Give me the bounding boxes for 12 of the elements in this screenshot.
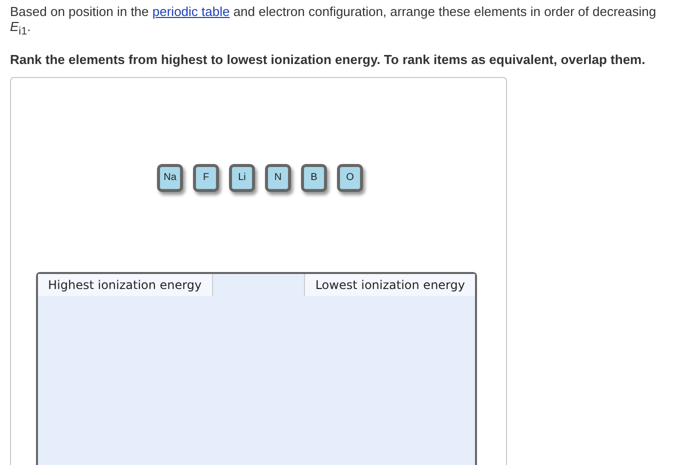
periodic-table-link[interactable]: periodic table [152, 4, 230, 19]
element-tile[interactable]: F [193, 164, 219, 192]
element-tile[interactable]: B [301, 164, 327, 192]
instruction-text: Rank the elements from highest to lowest ionization energy. To rank items as equivalent, overlap them. [10, 52, 646, 67]
question-text: Based on position in the periodic table and electron configuration, arrange these elements in order of decreasing E$_{i1}$. [10, 4, 658, 40]
element-tile[interactable]: N [265, 164, 291, 192]
highest-label: Highest ionization energy [38, 274, 213, 296]
element-tile[interactable]: O [337, 164, 363, 192]
ranking-area[interactable]: Highest ionization energy Lowest ionization energy [36, 272, 477, 465]
lowest-label: Lowest ionization energy [304, 274, 475, 296]
element-tile[interactable]: Na [157, 164, 183, 192]
element-tile[interactable]: Li [229, 164, 255, 192]
